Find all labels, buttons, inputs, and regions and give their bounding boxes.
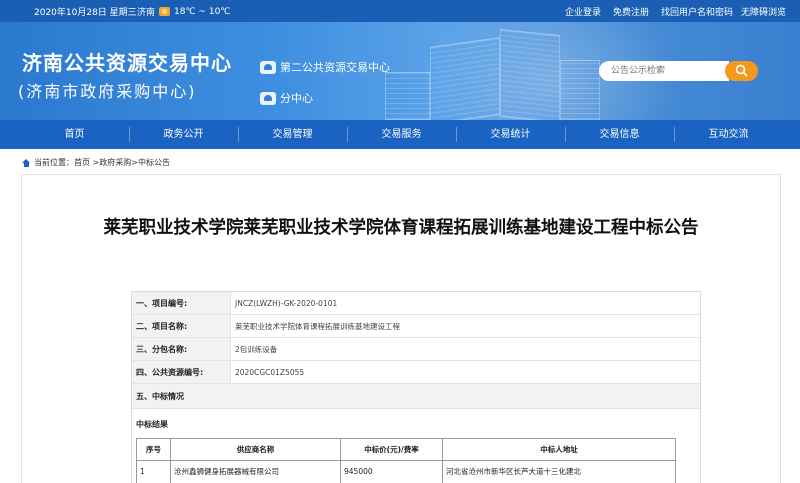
weather: 济南 18℃ ~ 10℃ (137, 5, 231, 19)
nav-trade-info[interactable]: 交易信息 (565, 120, 674, 149)
building-graphic (500, 28, 560, 120)
table-cell: 1 (137, 461, 171, 483)
table-row: 1 沧州鑫狮健身拓展器械有限公司 945000 河北省沧州市新华区长芦大道十三化… (137, 461, 675, 483)
register-link[interactable]: 免费注册 (613, 5, 649, 18)
info-row: 二、项目名称: 莱芜职业技术学院体育课程拓展训练基地建设工程 (132, 315, 700, 338)
notice-icon (260, 60, 276, 74)
building-graphic (385, 72, 430, 120)
recover-account-link[interactable]: 找回用户名和密码 (661, 5, 733, 18)
second-center-link[interactable]: 第二公共资源交易中心 (260, 59, 390, 75)
winning-bid-table: 序号 供应商名称 中标价(元)/费率 中标人地址 1 沧州鑫狮健身拓展器械有限公… (136, 438, 676, 483)
section-title: 五、中标情况 (132, 384, 700, 408)
accessibility-link[interactable]: 无障碍浏览 (741, 5, 786, 18)
column-header: 中标价(元)/费率 (341, 439, 443, 460)
main-nav: 首页 政务公开 交易管理 交易服务 交易统计 交易信息 互动交流 (0, 120, 800, 149)
info-row: 四、公共资源编号: 2020CGC01Z5055 (132, 361, 700, 384)
current-date: 2020年10月28日 星期三 (34, 8, 137, 18)
field-label: 二、项目名称: (132, 315, 231, 337)
second-center-label: 第二公共资源交易中心 (280, 61, 390, 74)
table-cell: 河北省沧州市新华区长芦大道十三化建北 (446, 467, 581, 476)
column-header: 中标人地址 (540, 445, 578, 454)
section-header: 五、中标情况 (132, 384, 700, 409)
nav-interaction[interactable]: 互动交流 (674, 120, 783, 149)
field-label: 一、项目编号: (132, 292, 231, 314)
notice-info-table: 一、项目编号: JNCZ(LWZH)-GK-2020-0101 二、项目名称: … (131, 291, 701, 483)
nav-trade-management[interactable]: 交易管理 (238, 120, 347, 149)
table-header: 序号 供应商名称 中标价(元)/费率 中标人地址 (137, 439, 675, 461)
info-row: 一、项目编号: JNCZ(LWZH)-GK-2020-0101 (132, 292, 700, 315)
breadcrumb: 当前位置：首页 >政府采购>中标公告 (22, 157, 170, 168)
building-graphic (430, 37, 500, 120)
header-banner: 济南公共资源交易中心 (济南市政府采购中心) 第二公共资源交易中心 分中心 (0, 22, 800, 120)
column-header: 序号 (137, 439, 171, 460)
field-value: 2020CGC01Z5055 (235, 368, 305, 377)
building-graphic (560, 60, 600, 120)
field-label: 三、分包名称: (132, 338, 231, 360)
search-input[interactable] (599, 61, 729, 81)
table-cell: 945000 (341, 461, 443, 483)
search-icon (735, 64, 748, 77)
column-header: 供应商名称 (171, 439, 341, 460)
home-icon (22, 158, 31, 167)
weather-icon (159, 7, 171, 16)
breadcrumb-text[interactable]: 当前位置：首页 >政府采购>中标公告 (34, 157, 170, 168)
nav-trade-statistics[interactable]: 交易统计 (456, 120, 565, 149)
table-cell: 沧州鑫狮健身拓展器械有限公司 (171, 461, 341, 483)
site-title[interactable]: 济南公共资源交易中心 (22, 47, 232, 76)
field-label: 四、公共资源编号: (132, 361, 231, 383)
page: 2020年10月28日 星期三 济南 18℃ ~ 10℃ 企业登录 免费注册 找… (0, 0, 800, 483)
field-value: 莱芜职业技术学院体育课程拓展训练基地建设工程 (235, 322, 400, 331)
top-bar: 2020年10月28日 星期三 济南 18℃ ~ 10℃ 企业登录 免费注册 找… (0, 0, 800, 22)
login-link[interactable]: 企业登录 (565, 5, 601, 18)
nav-home[interactable]: 首页 (20, 120, 129, 149)
branch-link[interactable]: 分中心 (260, 90, 313, 106)
branch-label: 分中心 (280, 92, 313, 105)
notice-title: 莱芜职业技术学院莱芜职业技术学院体育课程拓展训练基地建设工程中标公告 (103, 218, 699, 238)
info-row: 三、分包名称: 2包训练设备 (132, 338, 700, 361)
search-box (599, 61, 759, 81)
weather-city: 济南 (137, 8, 156, 18)
notice-panel: 莱芜职业技术学院莱芜职业技术学院体育课程拓展训练基地建设工程中标公告 一、项目编… (21, 174, 781, 483)
field-value: 2包训练设备 (235, 345, 278, 354)
account-links: 企业登录 免费注册 找回用户名和密码 (565, 5, 733, 18)
result-label: 中标结果 (136, 420, 168, 429)
notice-icon (260, 91, 276, 105)
search-button[interactable] (725, 61, 758, 81)
nav-gov-affairs[interactable]: 政务公开 (129, 120, 238, 149)
field-value: JNCZ(LWZH)-GK-2020-0101 (235, 299, 338, 308)
nav-trade-service[interactable]: 交易服务 (347, 120, 456, 149)
weather-temp: 18℃ ~ 10℃ (174, 6, 231, 17)
site-subtitle: (济南市政府采购中心) (18, 82, 197, 101)
